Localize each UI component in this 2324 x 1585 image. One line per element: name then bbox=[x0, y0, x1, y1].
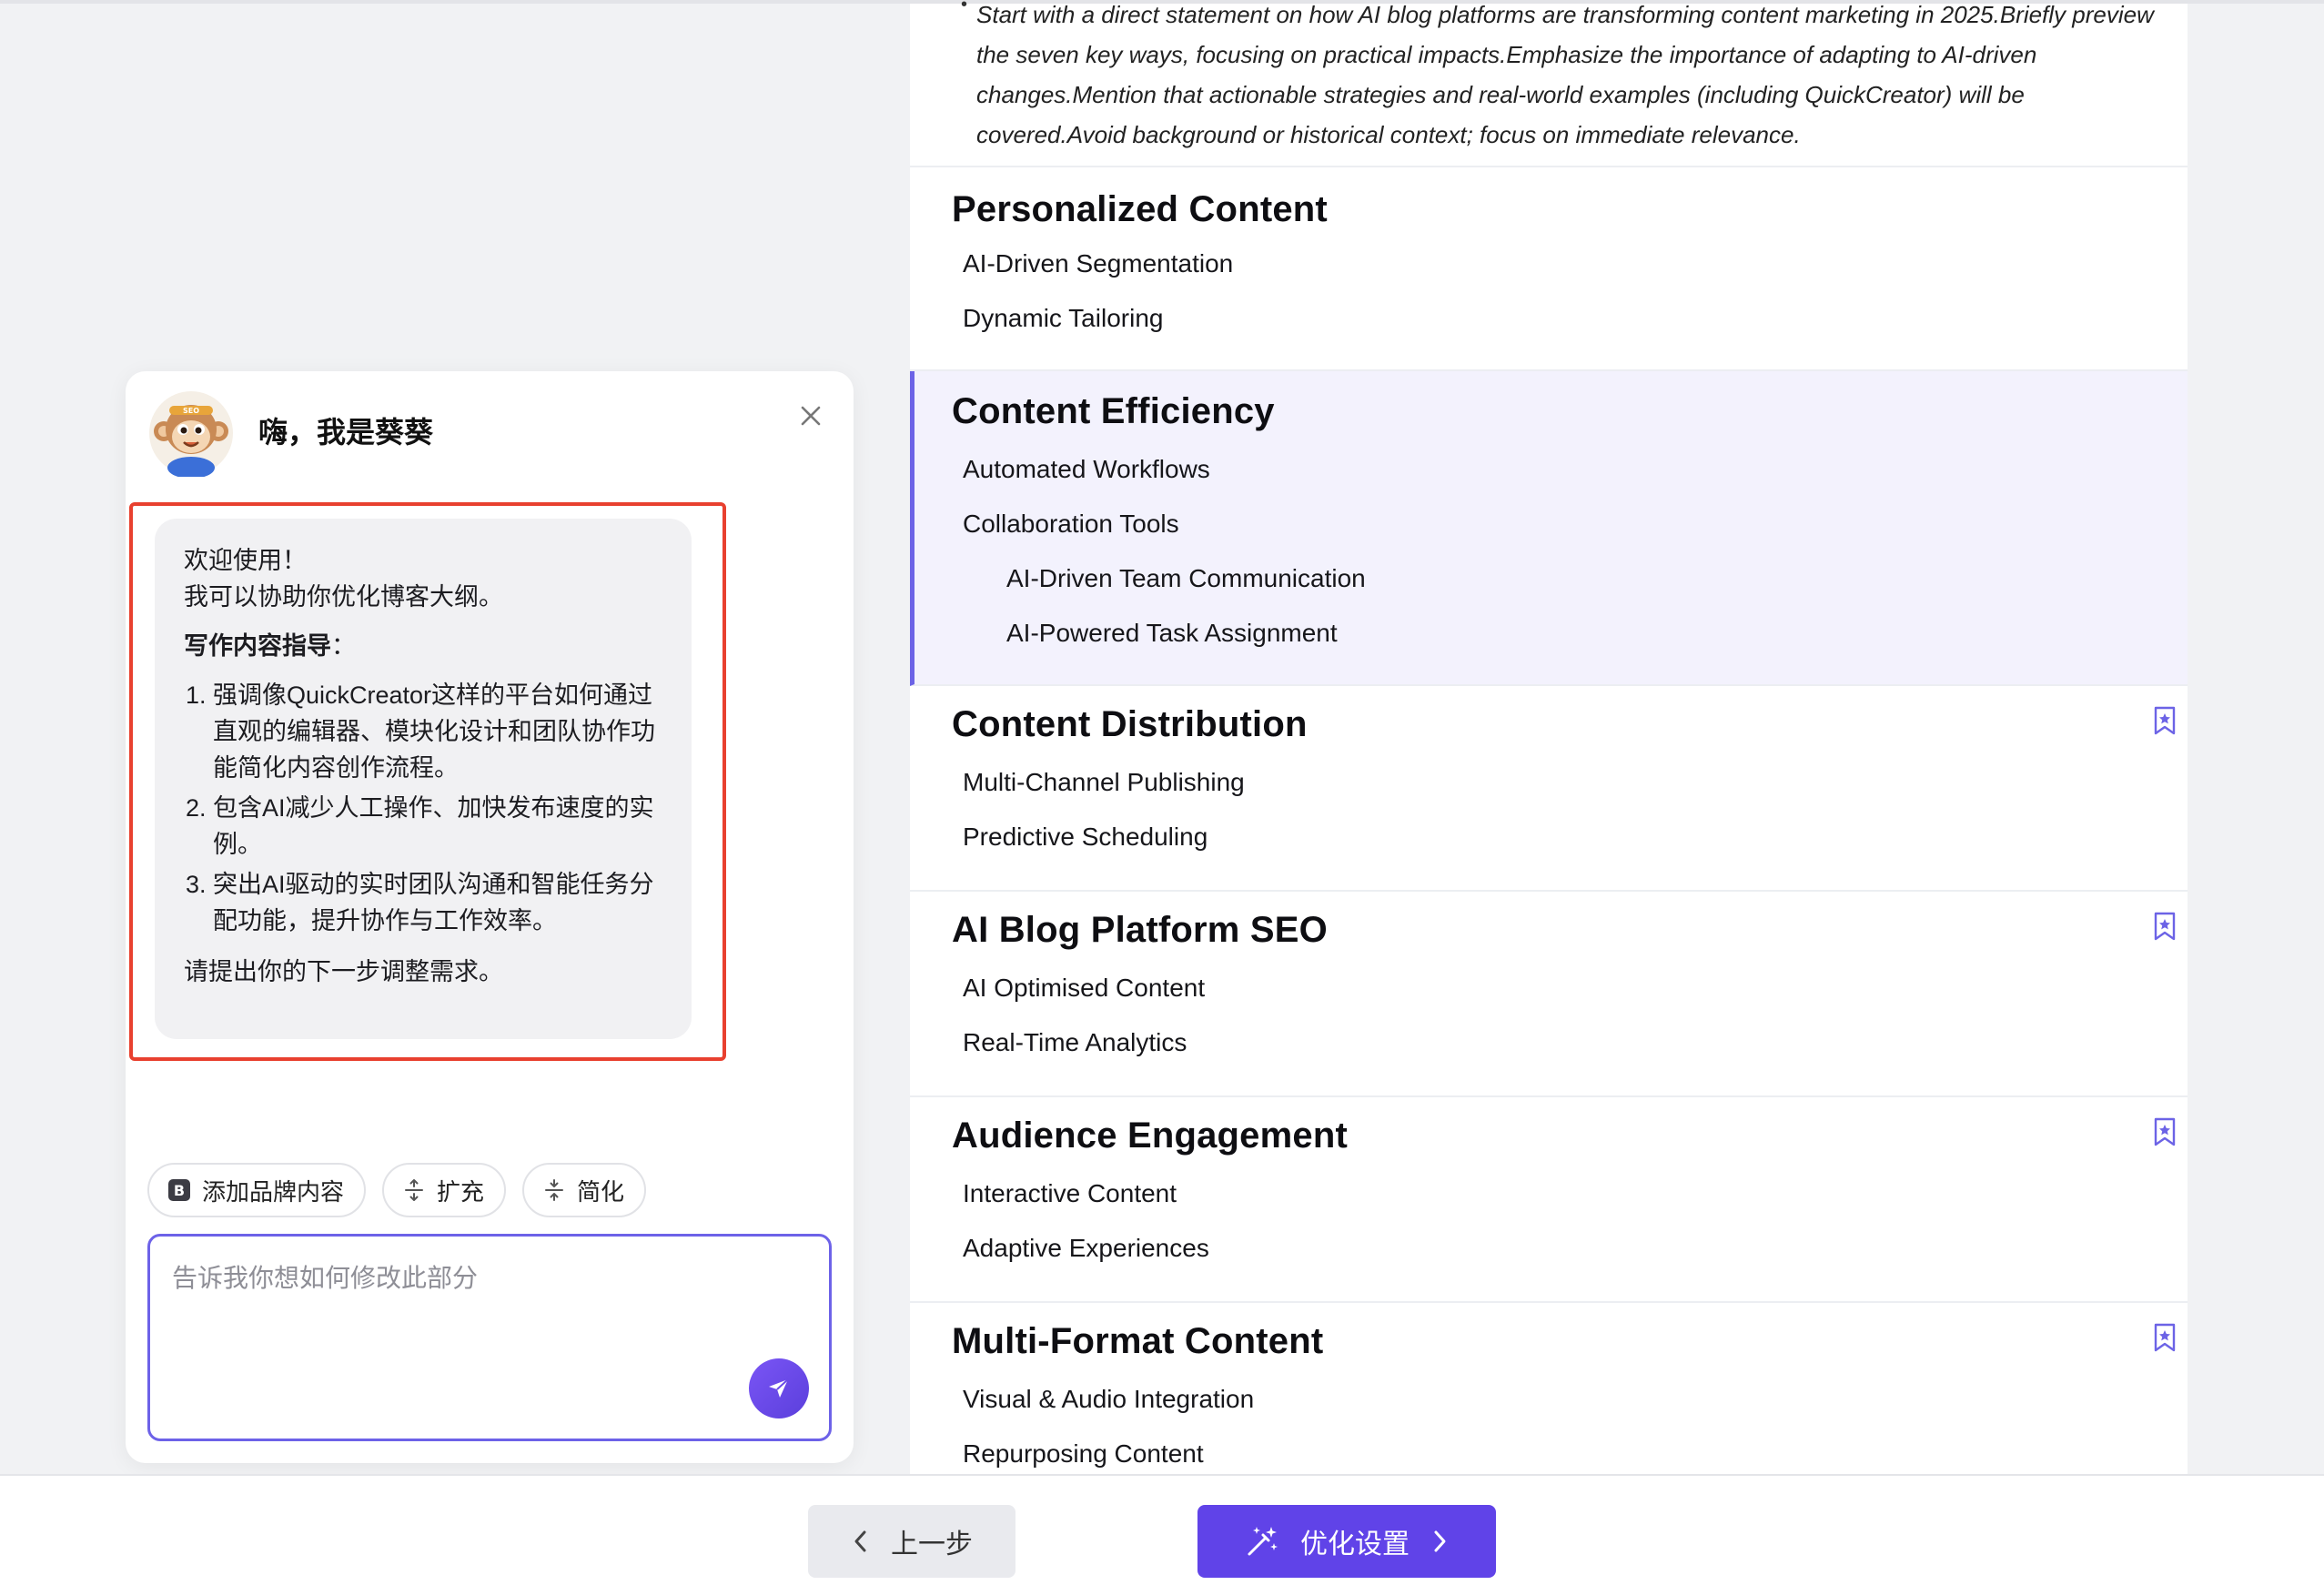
assistant-message-bubble: 欢迎使用！ 我可以协助你优化博客大纲。 写作内容指导： 强调像QuickCrea… bbox=[155, 519, 692, 1039]
assistant-greeting-title: 嗨，我是葵葵 bbox=[258, 416, 434, 449]
message-input-container bbox=[147, 1234, 832, 1441]
section-title[interactable]: Multi-Format Content bbox=[952, 1321, 1323, 1362]
simplify-icon bbox=[545, 1179, 564, 1201]
message-intro: 我可以协助你优化博客大纲。 bbox=[184, 583, 503, 611]
svg-text:SEO: SEO bbox=[183, 407, 199, 415]
chip-label: 扩充 bbox=[437, 1177, 485, 1206]
guide-heading: 写作内容指导： bbox=[184, 628, 662, 664]
outline-section-audience-engagement[interactable]: Audience Engagement Interactive Content … bbox=[910, 1097, 2188, 1303]
outline-section-ai-blog-platform-seo[interactable]: AI Blog Platform SEO AI Optimised Conten… bbox=[910, 892, 2188, 1097]
optimize-settings-button[interactable]: 优化设置 bbox=[1197, 1505, 1496, 1578]
monkey-avatar-icon: SEO bbox=[149, 391, 233, 477]
guide-item: 强调像QuickCreator这样的平台如何通过直观的编辑器、模块化设计和团队协… bbox=[213, 677, 662, 786]
guide-list: 强调像QuickCreator这样的平台如何通过直观的编辑器、模块化设计和团队协… bbox=[184, 677, 662, 939]
quick-action-chips: B 添加品牌内容 扩充 简化 bbox=[147, 1163, 647, 1217]
guide-item: 包含AI减少人工操作、加快发布速度的实例。 bbox=[213, 790, 662, 863]
subheading[interactable]: Collaboration Tools bbox=[963, 510, 1179, 539]
bookmark-star-icon[interactable] bbox=[2153, 1117, 2177, 1146]
subheading[interactable]: Real-Time Analytics bbox=[963, 1028, 1187, 1057]
chevron-left-icon bbox=[854, 1530, 866, 1552]
section-title[interactable]: Content Distribution bbox=[952, 704, 1308, 745]
magic-wand-icon bbox=[1248, 1527, 1278, 1556]
sub-subheading[interactable]: AI-Powered Task Assignment bbox=[1006, 619, 1338, 648]
subheading[interactable]: Automated Workflows bbox=[963, 455, 1210, 484]
subheading[interactable]: AI Optimised Content bbox=[963, 974, 1205, 1003]
expand-button[interactable]: 扩充 bbox=[382, 1163, 507, 1217]
bookmark-star-icon[interactable] bbox=[2153, 706, 2177, 735]
previous-step-button[interactable]: 上一步 bbox=[808, 1505, 1015, 1578]
subheading[interactable]: Repurposing Content bbox=[963, 1439, 1204, 1469]
previous-step-label: 上一步 bbox=[891, 1529, 973, 1560]
subheading[interactable]: Predictive Scheduling bbox=[963, 823, 1207, 852]
intro-bullet: • bbox=[961, 0, 968, 15]
outline-section-personalized-content[interactable]: Personalized Content AI-Driven Segmentat… bbox=[910, 167, 2188, 371]
sub-subheading[interactable]: AI-Driven Team Communication bbox=[1006, 564, 1366, 593]
close-icon[interactable] bbox=[795, 400, 826, 431]
intro-text: Start with a direct statement on how AI … bbox=[976, 1, 2154, 148]
section-title[interactable]: AI Blog Platform SEO bbox=[952, 910, 1328, 951]
message-input[interactable] bbox=[172, 1258, 791, 1368]
bookmark-star-icon[interactable] bbox=[2153, 1323, 2177, 1352]
ai-assistant-panel: SEO 嗨，我是葵葵 欢迎使用！ 我可以协助你优化博客大纲。 写作内容指导： 强… bbox=[126, 371, 854, 1463]
subheading[interactable]: Interactive Content bbox=[963, 1179, 1177, 1208]
bottom-navigation-bar: 上一步 优化设置 bbox=[0, 1474, 2324, 1585]
guide-colon: ： bbox=[331, 632, 356, 660]
guide-item: 突出AI驱动的实时团队沟通和智能任务分配功能，提升协作与工作效率。 bbox=[213, 866, 662, 939]
send-button[interactable] bbox=[749, 1358, 809, 1418]
outline-section-content-efficiency[interactable]: Content Efficiency Automated Workflows C… bbox=[910, 371, 2188, 686]
outline-section-multi-format-content[interactable]: Multi-Format Content Visual & Audio Inte… bbox=[910, 1303, 2188, 1474]
send-icon bbox=[769, 1378, 789, 1398]
chip-label: 简化 bbox=[577, 1177, 625, 1206]
expand-icon bbox=[405, 1179, 424, 1201]
message-closing: 请提出你的下一步调整需求。 bbox=[184, 958, 503, 985]
brand-b-icon: B bbox=[168, 1179, 190, 1201]
svg-text:B: B bbox=[174, 1182, 185, 1199]
guide-title: 写作内容指导 bbox=[184, 632, 331, 660]
bookmark-star-icon[interactable] bbox=[2153, 912, 2177, 941]
add-brand-content-button[interactable]: B 添加品牌内容 bbox=[147, 1163, 367, 1217]
subheading[interactable]: Visual & Audio Integration bbox=[963, 1385, 1254, 1414]
simplify-button[interactable]: 简化 bbox=[522, 1163, 647, 1217]
section-title[interactable]: Audience Engagement bbox=[952, 1116, 1348, 1156]
subheading[interactable]: AI-Driven Segmentation bbox=[963, 249, 1233, 278]
chip-label: 添加品牌内容 bbox=[202, 1177, 345, 1206]
message-greeting: 欢迎使用！ bbox=[184, 547, 307, 574]
chevron-right-icon bbox=[1434, 1530, 1446, 1552]
subheading[interactable]: Multi-Channel Publishing bbox=[963, 768, 1245, 797]
section-title[interactable]: Personalized Content bbox=[952, 189, 1328, 230]
subheading[interactable]: Adaptive Experiences bbox=[963, 1234, 1209, 1263]
outline-section-content-distribution[interactable]: Content Distribution Multi-Channel Publi… bbox=[910, 686, 2188, 892]
subheading[interactable]: Dynamic Tailoring bbox=[963, 304, 1163, 333]
optimize-settings-label: 优化设置 bbox=[1300, 1529, 1410, 1560]
section-title[interactable]: Content Efficiency bbox=[952, 391, 1275, 432]
